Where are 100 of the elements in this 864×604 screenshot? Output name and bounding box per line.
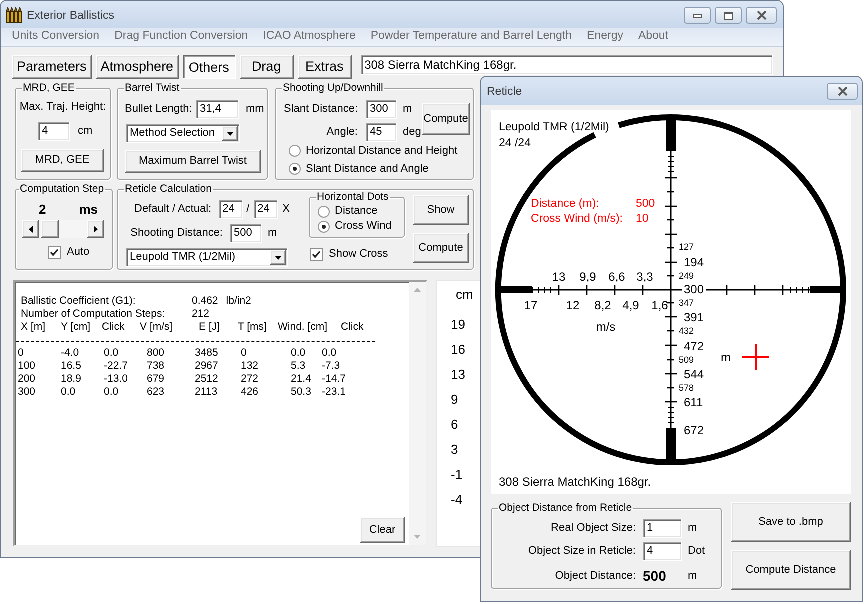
table-cell-text: 200 [18, 373, 37, 386]
unit-label: m [688, 521, 698, 536]
table-cell-text: 21.4 [291, 373, 312, 386]
table-cell-text: 0 [241, 347, 248, 360]
unit-label: deg [403, 125, 422, 140]
table-cell-text: 426 [241, 386, 260, 399]
checkbox[interactable]: Auto [48, 246, 90, 259]
axis-label: 9 [451, 392, 458, 408]
arrow-up-icon [414, 288, 421, 292]
table-cell-text: 0.0 [322, 347, 338, 360]
menu-item[interactable]: About [638, 28, 669, 46]
wind-unit-label: m/s [596, 320, 616, 334]
input-field[interactable]: 1 [643, 519, 682, 538]
scroll-left-button[interactable] [22, 220, 39, 238]
dropdown[interactable]: Method Selection [126, 124, 240, 143]
radio-button[interactable]: Horizontal Distance and Height [289, 144, 458, 158]
show-button[interactable]: Show [413, 195, 469, 225]
menu-item[interactable]: Powder Temperature and Barrel Length [370, 28, 572, 46]
table-cell-text: 800 [147, 347, 166, 360]
table-cell-text: 679 [147, 373, 166, 386]
wind-scale-label: 1,6 [652, 298, 668, 312]
crosshair-post [666, 428, 676, 462]
crosshair-post [810, 286, 843, 294]
compute-distance-button[interactable]: Compute Distance [731, 550, 851, 590]
minimize-button[interactable] [684, 7, 711, 24]
distance-scale-label: 391 [684, 310, 704, 324]
table-cell-text: 738 [147, 360, 166, 373]
compute-button[interactable]: Compute [422, 103, 470, 135]
unit-label: m [403, 102, 412, 118]
cross-unit-label: m [721, 350, 731, 364]
column-header: Click [341, 321, 365, 334]
table-cell-text: 100 [18, 360, 37, 373]
table-cell-text: 16.5 [61, 360, 82, 373]
caret-down-icon [270, 250, 286, 265]
projectile-name: 308 Sierra MatchKing 168gr. [499, 475, 652, 489]
slider-thumb[interactable] [40, 220, 58, 238]
menu-item[interactable]: Energy [587, 28, 624, 46]
column-header: Wind. [cm] [278, 321, 329, 334]
field-label: Real Object Size: [550, 521, 636, 536]
tab[interactable]: Parameters [12, 55, 92, 79]
distance-scale-label: 432 [679, 326, 694, 336]
group-title: Object Distance from Reticle [498, 502, 634, 515]
projectile-field[interactable]: 308 Sierra MatchKing 168gr. [360, 55, 773, 75]
radio-button[interactable]: Distance [318, 205, 378, 218]
maximize-button[interactable] [715, 7, 742, 24]
distance-scale-label: 509 [679, 355, 694, 366]
table-cell-text: 0 [18, 347, 25, 360]
readout-label: Cross Wind (m/s): [531, 213, 623, 225]
save-button[interactable]: Save to .bmp [731, 502, 851, 542]
input-field[interactable]: 24 [254, 200, 278, 219]
table-cell-text: 50.3 [291, 386, 312, 399]
table-cell-text: -22.7 [104, 360, 129, 373]
tab[interactable]: Drag [240, 55, 294, 79]
close-button[interactable] [746, 7, 777, 24]
compute-button[interactable]: Compute [413, 233, 469, 263]
readout-value: 10 [636, 213, 649, 225]
arrow-left-icon [28, 226, 32, 232]
table-cell-text: 132 [241, 360, 260, 373]
scroll-right-button[interactable] [87, 220, 104, 238]
unit-label: m [688, 568, 698, 584]
distance-scale-label: 194 [684, 255, 704, 270]
table-cell-text: 2113 [195, 386, 219, 399]
field-label: Bullet Length: [125, 102, 194, 118]
tab[interactable]: Others [182, 55, 236, 79]
distance-scale-label: 127 [679, 242, 694, 252]
input-field[interactable]: 300 [366, 100, 397, 119]
menu-item[interactable]: Units Conversion [12, 28, 100, 46]
checkbox[interactable]: Show Cross [310, 248, 388, 261]
axis-label: -1 [451, 467, 463, 483]
close-button[interactable] [827, 83, 858, 100]
window-title: Exterior Ballistics [27, 9, 115, 23]
info-label: Ballistic Coefficient (G1): [20, 295, 137, 308]
group-title: Shooting Up/Downhill [282, 82, 384, 95]
caret-down-icon [222, 126, 238, 141]
tab[interactable]: Atmosphere [96, 55, 179, 79]
menu-item[interactable]: Drag Function Conversion [114, 28, 248, 46]
clear-button[interactable]: Clear [360, 517, 405, 543]
radio-button[interactable]: Slant Distance and Angle [289, 162, 429, 176]
input-field[interactable]: 45 [366, 123, 397, 142]
input-field[interactable]: 500 [230, 224, 262, 243]
maximum-barrel-twist-button[interactable]: Maximum Barrel Twist [125, 150, 261, 173]
input-field[interactable]: 4 [643, 542, 682, 561]
input-field[interactable]: 24 [218, 200, 243, 219]
radio-button[interactable]: Cross Wind [318, 220, 392, 233]
tab[interactable]: Extras [298, 55, 352, 79]
dropdown[interactable]: Leupold TMR (1/2Mil) [126, 248, 288, 267]
field-label: Object Distance: [554, 568, 636, 584]
minimize-icon [693, 14, 702, 18]
mrd-gee-button[interactable]: MRD, GEE [21, 149, 104, 172]
distance-scale-label: 578 [679, 383, 694, 394]
window-title: Reticle [487, 85, 522, 99]
step-value: 2 [39, 201, 46, 220]
wind-scale-label: 8,2 [594, 298, 612, 312]
wind-scale-label: 3,3 [636, 270, 654, 284]
input-field[interactable]: 4 [38, 122, 70, 141]
axis-unit-label: cm [456, 287, 474, 303]
menu-item[interactable]: ICAO Atmosphere [263, 28, 356, 46]
scrollbar[interactable] [409, 282, 426, 545]
axis-label: 16 [451, 342, 466, 358]
input-field[interactable]: 31,4 [196, 100, 239, 119]
